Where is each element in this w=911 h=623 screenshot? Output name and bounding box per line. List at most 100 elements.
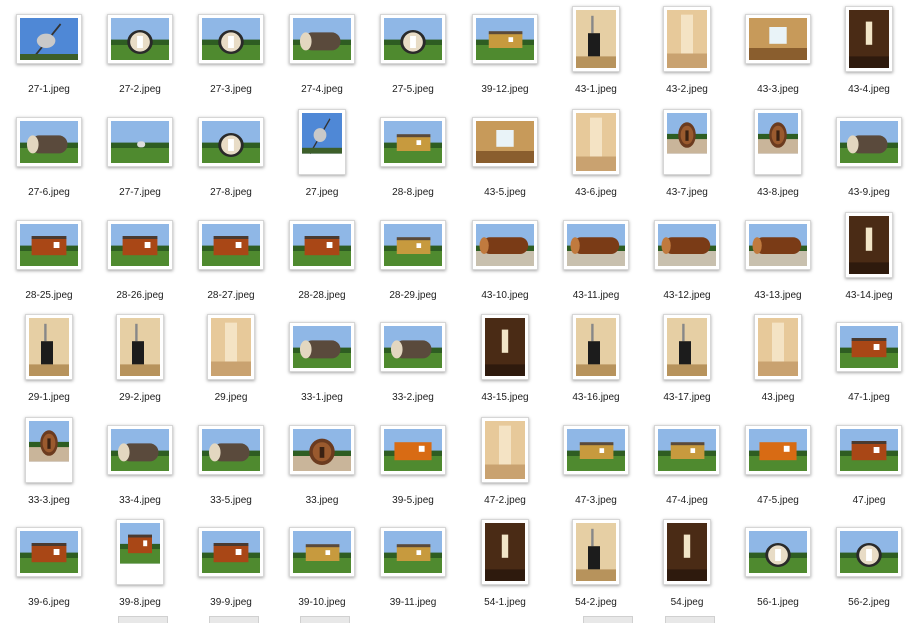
file-thumbnail[interactable] xyxy=(16,117,82,167)
file-name-label[interactable]: 33-1.jpeg xyxy=(277,392,367,403)
file-thumbnail[interactable] xyxy=(745,14,811,64)
file-name-label[interactable]: 56-1.jpeg xyxy=(733,597,823,608)
file-thumbnail[interactable] xyxy=(198,220,264,270)
file-name-label[interactable]: 27-3.jpeg xyxy=(186,84,276,95)
file-name-label[interactable]: 47-4.jpeg xyxy=(642,495,732,506)
file-name-label[interactable]: 43-4.jpeg xyxy=(824,84,911,95)
file-name-label[interactable]: 33-3.jpeg xyxy=(4,495,94,506)
file-thumbnail[interactable] xyxy=(289,425,355,475)
file-name-label[interactable]: 28-29.jpeg xyxy=(368,290,458,301)
file-name-label[interactable]: 43-15.jpeg xyxy=(460,392,550,403)
file-thumbnail[interactable] xyxy=(663,109,711,175)
file-thumbnail[interactable] xyxy=(481,519,529,585)
file-thumbnail[interactable] xyxy=(16,220,82,270)
file-thumbnail[interactable] xyxy=(380,220,446,270)
file-name-label[interactable]: 27.jpeg xyxy=(277,187,367,198)
file-thumbnail[interactable] xyxy=(380,322,446,372)
file-name-label[interactable]: 43-3.jpeg xyxy=(733,84,823,95)
file-name-label[interactable]: 43-10.jpeg xyxy=(460,290,550,301)
file-name-label[interactable]: 47-5.jpeg xyxy=(733,495,823,506)
file-thumbnail[interactable] xyxy=(25,417,73,483)
file-thumbnail[interactable] xyxy=(298,109,346,175)
file-name-label[interactable]: 43-12.jpeg xyxy=(642,290,732,301)
file-thumbnail[interactable] xyxy=(754,314,802,380)
file-name-label[interactable]: 43-6.jpeg xyxy=(551,187,641,198)
file-name-label[interactable]: 56-2.jpeg xyxy=(824,597,911,608)
file-name-label[interactable]: 27-7.jpeg xyxy=(95,187,185,198)
file-thumbnail[interactable] xyxy=(107,220,173,270)
file-name-label[interactable]: 43-11.jpeg xyxy=(551,290,641,301)
file-thumbnail[interactable] xyxy=(198,117,264,167)
file-thumbnail[interactable] xyxy=(572,314,620,380)
file-name-label[interactable]: 39-10.jpeg xyxy=(277,597,367,608)
file-name-label[interactable]: 54-2.jpeg xyxy=(551,597,641,608)
file-name-label[interactable]: 29-2.jpeg xyxy=(95,392,185,403)
file-name-label[interactable]: 28-28.jpeg xyxy=(277,290,367,301)
file-name-label[interactable]: 27-1.jpeg xyxy=(4,84,94,95)
file-name-label[interactable]: 47-3.jpeg xyxy=(551,495,641,506)
file-thumbnail[interactable] xyxy=(16,14,82,64)
file-name-label[interactable]: 43-17.jpeg xyxy=(642,392,732,403)
file-name-label[interactable]: 27-4.jpeg xyxy=(277,84,367,95)
file-thumbnail[interactable] xyxy=(654,425,720,475)
file-name-label[interactable]: 27-5.jpeg xyxy=(368,84,458,95)
file-thumbnail[interactable] xyxy=(116,519,164,585)
file-thumbnail[interactable] xyxy=(198,14,264,64)
file-thumbnail[interactable] xyxy=(16,527,82,577)
file-name-label[interactable]: 43-1.jpeg xyxy=(551,84,641,95)
file-thumbnail[interactable] xyxy=(107,425,173,475)
file-name-label[interactable]: 28-27.jpeg xyxy=(186,290,276,301)
file-thumbnail[interactable] xyxy=(745,425,811,475)
file-name-label[interactable]: 27-2.jpeg xyxy=(95,84,185,95)
file-name-label[interactable]: 43-5.jpeg xyxy=(460,187,550,198)
file-thumbnail[interactable] xyxy=(845,212,893,278)
file-thumbnail[interactable] xyxy=(836,117,902,167)
file-thumbnail[interactable] xyxy=(836,322,902,372)
file-name-label[interactable]: 29-1.jpeg xyxy=(4,392,94,403)
file-thumbnail[interactable] xyxy=(663,6,711,72)
file-thumbnail[interactable] xyxy=(836,425,902,475)
file-name-label[interactable]: 43.jpeg xyxy=(733,392,823,403)
file-name-label[interactable]: 47.jpeg xyxy=(824,495,911,506)
file-name-label[interactable]: 43-9.jpeg xyxy=(824,187,911,198)
file-name-label[interactable]: 43-13.jpeg xyxy=(733,290,823,301)
file-name-label[interactable]: 33-5.jpeg xyxy=(186,495,276,506)
file-name-label[interactable]: 39-5.jpeg xyxy=(368,495,458,506)
file-thumbnail[interactable] xyxy=(836,527,902,577)
file-name-label[interactable]: 33-4.jpeg xyxy=(95,495,185,506)
file-thumbnail[interactable] xyxy=(25,314,73,380)
file-thumbnail[interactable] xyxy=(198,527,264,577)
file-name-label[interactable]: 43-14.jpeg xyxy=(824,290,911,301)
file-name-label[interactable]: 54-1.jpeg xyxy=(460,597,550,608)
file-thumbnail[interactable] xyxy=(116,314,164,380)
file-thumbnail[interactable] xyxy=(745,220,811,270)
file-thumbnail[interactable] xyxy=(380,425,446,475)
file-thumbnail[interactable] xyxy=(289,527,355,577)
file-thumbnail[interactable] xyxy=(207,314,255,380)
file-name-label[interactable]: 43-8.jpeg xyxy=(733,187,823,198)
file-thumbnail[interactable] xyxy=(380,527,446,577)
file-name-label[interactable]: 28-25.jpeg xyxy=(4,290,94,301)
file-name-label[interactable]: 27-6.jpeg xyxy=(4,187,94,198)
file-name-label[interactable]: 33.jpeg xyxy=(277,495,367,506)
file-thumbnail[interactable] xyxy=(289,322,355,372)
file-thumbnail[interactable] xyxy=(563,425,629,475)
file-name-label[interactable]: 47-2.jpeg xyxy=(460,495,550,506)
file-thumbnail[interactable] xyxy=(380,117,446,167)
file-name-label[interactable]: 43-2.jpeg xyxy=(642,84,732,95)
file-thumbnail[interactable] xyxy=(663,519,711,585)
file-name-label[interactable]: 39-6.jpeg xyxy=(4,597,94,608)
file-thumbnail[interactable] xyxy=(563,220,629,270)
file-thumbnail[interactable] xyxy=(107,117,173,167)
file-name-label[interactable]: 47-1.jpeg xyxy=(824,392,911,403)
file-name-label[interactable]: 43-7.jpeg xyxy=(642,187,732,198)
file-thumbnail[interactable] xyxy=(289,14,355,64)
file-name-label[interactable]: 29.jpeg xyxy=(186,392,276,403)
file-name-label[interactable]: 39-8.jpeg xyxy=(95,597,185,608)
file-thumbnail[interactable] xyxy=(745,527,811,577)
file-name-label[interactable]: 28-8.jpeg xyxy=(368,187,458,198)
file-thumbnail[interactable] xyxy=(107,14,173,64)
file-thumbnail[interactable] xyxy=(572,519,620,585)
file-thumbnail[interactable] xyxy=(481,314,529,380)
file-thumbnail[interactable] xyxy=(845,6,893,72)
